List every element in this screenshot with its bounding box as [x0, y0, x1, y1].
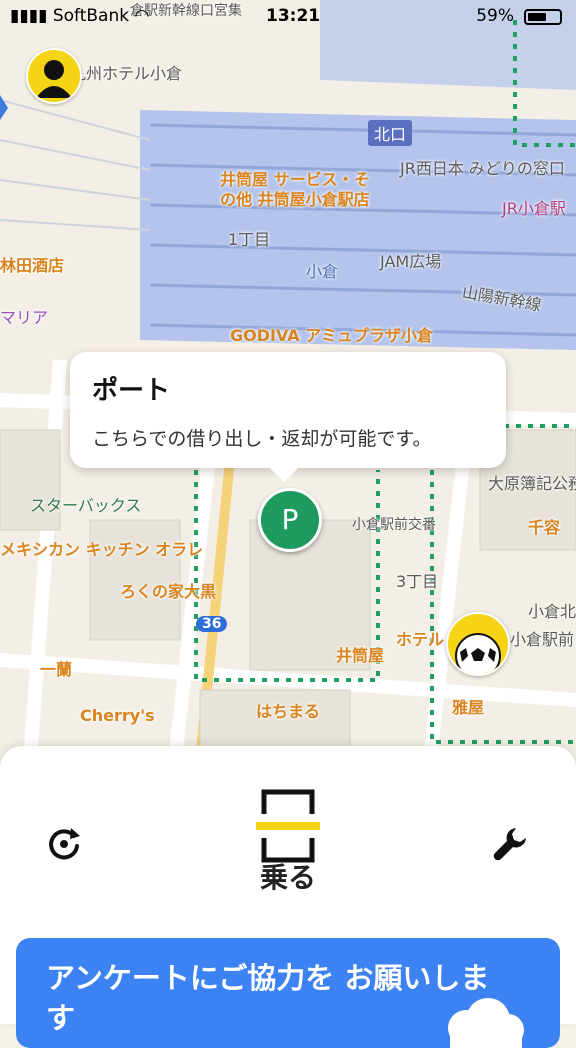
map-label-station-front: 小倉駅前 — [510, 630, 575, 649]
map-label-kokura: 小倉 — [306, 262, 339, 281]
bottom-sheet: 乗る アンケートにご協力を お願いします — [0, 746, 576, 1048]
map-label-izutsuya-service: 井筒屋 サービス・そ の他 井筒屋小倉駅店 — [220, 170, 370, 209]
tooltip-title: ポート — [92, 376, 171, 406]
port-tooltip[interactable]: ポート こちらでの借り出し・返却が可能です。 — [70, 352, 506, 483]
map-label-starbucks: スターバックス — [30, 496, 142, 515]
soccer-ball-icon[interactable] — [446, 612, 510, 676]
status-bar: ▮▮▮▮ SoftBank ◠ 13:21 59% — [0, 0, 576, 34]
survey-banner[interactable]: アンケートにご協力を お願いします — [16, 938, 560, 1048]
map-label-cherry: Cherry's — [80, 706, 155, 725]
map-label-north-exit: 北口 — [368, 120, 413, 146]
carrier-label: ▮▮▮▮ SoftBank ◠ — [10, 6, 150, 26]
map-label-sake: 林田酒店 — [0, 256, 65, 275]
map-label-godiva: GODIVA アミュプラザ小倉 — [230, 326, 433, 345]
map-label-mexican: メキシカン キッチン オラレ — [0, 540, 204, 559]
wifi-icon: ◠ — [134, 6, 150, 26]
map-label-hotel2: ホテル — [396, 630, 445, 649]
map-label-maria: マリア — [0, 308, 49, 327]
wrench-icon[interactable] — [490, 824, 530, 864]
map-label-miyabi: 雅屋 — [452, 698, 485, 717]
map-label-kokura-kita: 小倉北 — [528, 602, 576, 621]
signal-icon: ▮▮▮▮ — [10, 6, 53, 26]
qr-scan-icon — [256, 789, 320, 863]
battery-percent: 59% — [476, 6, 514, 26]
tooltip-description: こちらでの借り出し・返却が可能です。 — [92, 428, 432, 450]
clock: 13:21 — [266, 6, 321, 26]
map-label-hotel: 九州ホテル小倉 — [70, 64, 183, 83]
map-label-ichiran: 一蘭 — [40, 660, 73, 679]
map-label-ohara: 大原簿記公務 — [488, 474, 576, 493]
map-label-jam: JAM広場 — [380, 252, 442, 271]
map-label-crossing: 小倉駅前交番 — [352, 517, 436, 533]
person-avatar-icon[interactable] — [26, 48, 82, 104]
parking-port-pin[interactable]: P — [258, 488, 322, 552]
map-label-hachimaru: はちまる — [256, 702, 321, 721]
map-label-jr-midori: JR西日本 みどりの窓口 — [400, 159, 565, 178]
map-label-sengyo: 千容 — [528, 518, 561, 537]
map-label-rokunoie: ろくの家大黒 — [120, 582, 217, 601]
cloud-icon — [448, 998, 524, 1048]
route-36-shield: 36 — [196, 616, 228, 632]
map-label-chome1: 1丁目 — [228, 230, 271, 249]
map-label-jr-kokura: JR小倉駅 — [502, 199, 566, 218]
battery-level-fill — [528, 13, 546, 21]
map-label-chome3: 3丁目 — [396, 572, 439, 591]
map-label-izutsuya: 井筒屋 — [336, 646, 385, 665]
battery-icon — [524, 9, 562, 25]
